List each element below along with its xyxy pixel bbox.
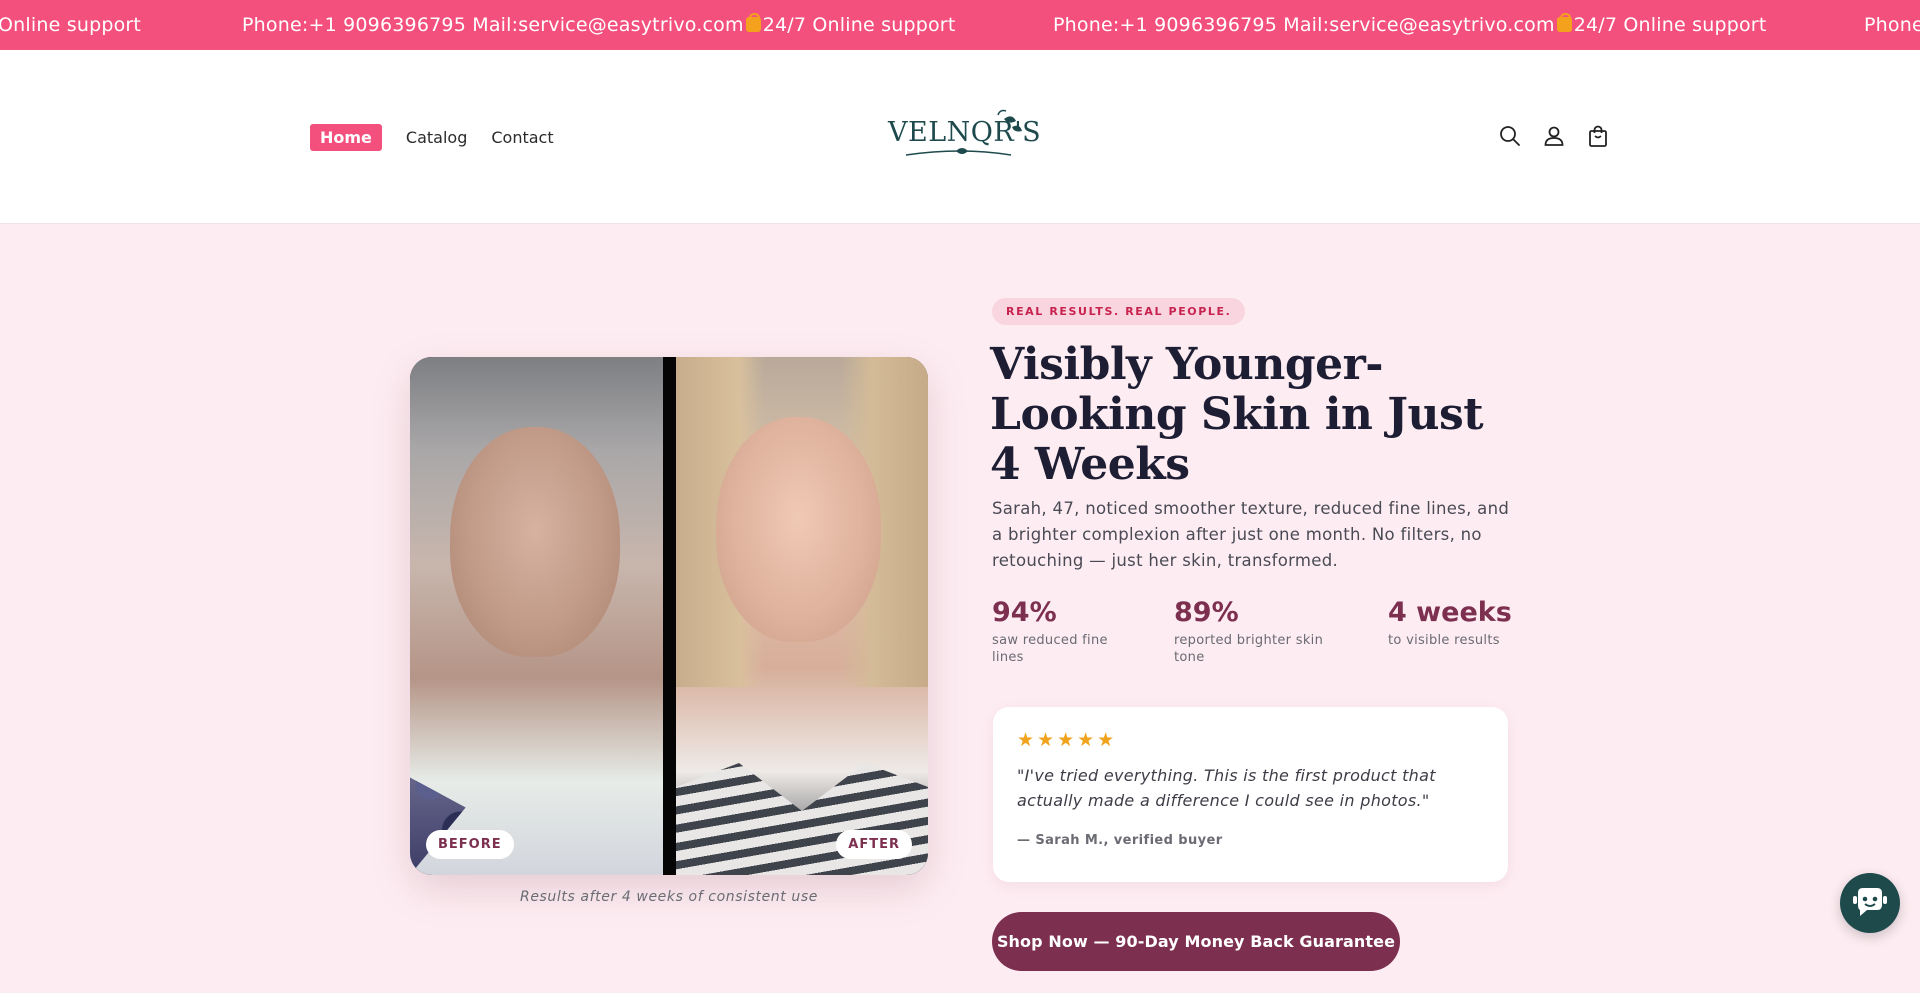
announcement-bar: Online support Phone:+1 9096396795 Mail:…	[0, 0, 1920, 50]
search-icon[interactable]	[1498, 124, 1522, 148]
stat-value: 94%	[992, 597, 1057, 628]
account-icon[interactable]	[1542, 124, 1566, 148]
hero-subtext: Sarah, 47, noticed smoother texture, red…	[992, 499, 1510, 570]
before-photo	[410, 357, 663, 875]
before-face	[450, 427, 620, 657]
announcement-phone: Phone:+1 9096396795	[242, 14, 466, 36]
announcement-support-text: 24/7 Online support	[1573, 14, 1767, 36]
star-rating: ★★★★★	[1017, 729, 1118, 751]
stat-fine-lines: 94% saw reduced fine lines	[992, 598, 1142, 666]
after-photo	[676, 357, 928, 875]
stat-value: 4 weeks	[1388, 597, 1512, 628]
chat-bot-icon	[1853, 888, 1887, 916]
announcement-support-text: 24/7 Online support	[762, 14, 956, 36]
stat-label: reported brighter skin tone	[1174, 633, 1324, 665]
stat-label: saw reduced fine lines	[992, 633, 1108, 665]
review-card: ★★★★★ "I've tried everything. This is th…	[993, 707, 1508, 882]
stat-skin-tone: 89% reported brighter skin tone	[1174, 598, 1344, 666]
announcement-mail: Mail:service@easytrivo.com	[472, 14, 744, 36]
nav-catalog[interactable]: Catalog	[406, 128, 467, 147]
before-badge: BEFORE	[426, 830, 514, 859]
hero-headline: Visibly Younger-Looking Skin in Just 4 W…	[990, 339, 1484, 490]
shop-now-button[interactable]: Shop Now — 90-Day Money Back Guarantee	[992, 912, 1400, 971]
after-badge: AFTER	[836, 830, 912, 859]
main-nav: Home Catalog Contact	[310, 124, 578, 151]
after-face	[716, 417, 881, 642]
announcement-support-text: Online support	[0, 14, 142, 36]
shopping-bag-icon	[1556, 13, 1572, 32]
announcement-phone: Phone	[1864, 14, 1920, 36]
review-quote: "I've tried everything. This is the firs…	[1017, 766, 1436, 810]
brand-logo[interactable]: VELNQR'S	[886, 107, 1041, 167]
before-after-photo: BEFORE AFTER	[410, 357, 928, 875]
photo-caption: Results after 4 weeks of consistent use	[520, 889, 818, 905]
announcement-message: Phone:+1 9096396795 Mail:service@easytri…	[242, 0, 955, 50]
leaf-ornament-icon	[905, 109, 1022, 156]
site-header: Home Catalog Contact VELNQR'S	[0, 50, 1920, 224]
nav-contact[interactable]: Contact	[491, 128, 553, 147]
results-tag: REAL RESULTS. REAL PEOPLE.	[992, 298, 1246, 325]
announcement-message: Phone	[1864, 0, 1920, 50]
stat-value: 89%	[1174, 597, 1239, 628]
review-author: — Sarah M., verified buyer	[1017, 833, 1223, 848]
shopping-bag-icon	[745, 13, 761, 32]
nav-home[interactable]: Home	[310, 124, 382, 151]
announcement-message: Online support	[0, 0, 141, 50]
chat-widget-button[interactable]	[1840, 873, 1900, 933]
stat-label: to visible results	[1388, 633, 1500, 648]
announcement-phone: Phone:+1 9096396795	[1053, 14, 1277, 36]
announcement-mail: Mail:service@easytrivo.com	[1283, 14, 1555, 36]
header-icons	[1498, 124, 1610, 148]
cart-icon[interactable]	[1586, 124, 1610, 148]
announcement-message: Phone:+1 9096396795 Mail:service@easytri…	[1053, 0, 1766, 50]
stat-weeks: 4 weeks to visible results	[1388, 598, 1528, 649]
photo-divider	[663, 357, 676, 875]
